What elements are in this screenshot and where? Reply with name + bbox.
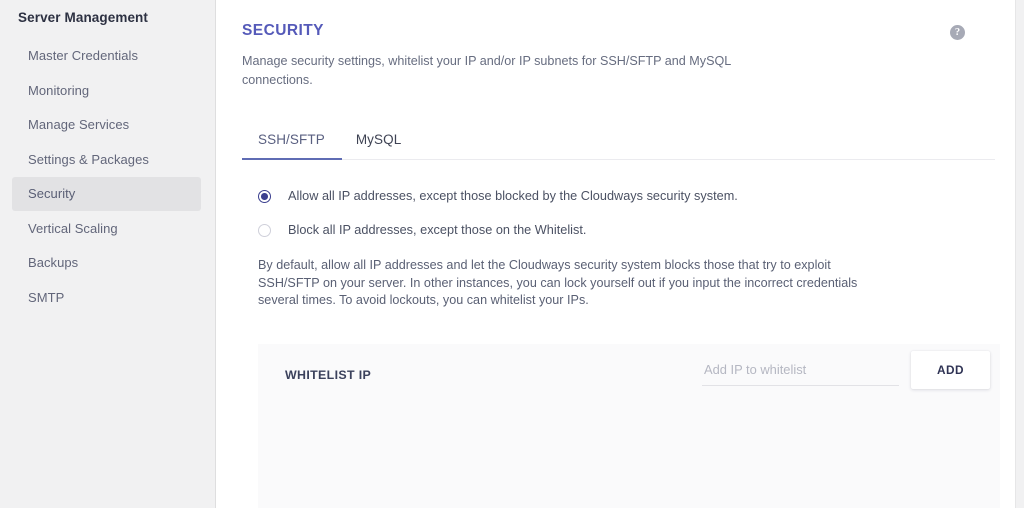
sidebar-item-settings-packages[interactable]: Settings & Packages: [12, 143, 201, 177]
sidebar-item-label: Monitoring: [28, 82, 90, 98]
add-ip-button[interactable]: ADD: [911, 350, 990, 389]
sidebar-item-monitoring[interactable]: Monitoring: [12, 74, 201, 108]
sidebar-item-label: Settings & Packages: [28, 151, 149, 167]
policy-note-text: By default, allow all IP addresses and l…: [258, 258, 858, 307]
sidebar-item-label: SMTP: [28, 289, 65, 305]
sidebar-item-backups[interactable]: Backups: [12, 246, 201, 280]
sidebar-item-smtp[interactable]: SMTP: [12, 281, 201, 315]
page-title: SECURITY: [242, 22, 324, 39]
sidebar-nav-list: Master Credentials Monitoring Manage Ser…: [0, 39, 215, 315]
security-settings-page: Server Management Master Credentials Mon…: [0, 0, 1024, 508]
whitelist-ip-field-wrapper: [702, 361, 899, 386]
sidebar: Server Management Master Credentials Mon…: [0, 0, 216, 508]
radio-button-icon[interactable]: [258, 224, 271, 237]
radio-option-label: Allow all IP addresses, except those blo…: [288, 189, 738, 203]
whitelist-ip-input[interactable]: [702, 361, 899, 386]
radio-option-allow-all[interactable]: Allow all IP addresses, except those blo…: [258, 189, 971, 204]
sidebar-item-security[interactable]: Security: [12, 177, 201, 211]
main-content: SECURITY Manage security settings, white…: [216, 0, 1024, 508]
help-circle-icon[interactable]: ?: [950, 25, 965, 40]
sidebar-item-manage-services[interactable]: Manage Services: [12, 108, 201, 142]
radio-button-icon[interactable]: [258, 190, 271, 203]
tab-bar: SSH/SFTP MySQL: [242, 123, 995, 160]
tab-label: MySQL: [355, 132, 402, 147]
radio-option-label: Block all IP addresses, except those on …: [288, 223, 587, 237]
sidebar-item-label: Security: [28, 186, 76, 201]
sidebar-item-vertical-scaling[interactable]: Vertical Scaling: [12, 212, 201, 246]
sidebar-item-label: Manage Services: [28, 117, 130, 132]
page-description: Manage security settings, whitelist your…: [242, 54, 731, 87]
tab-mysql[interactable]: MySQL: [342, 132, 419, 159]
tab-label: SSH/SFTP: [258, 132, 325, 147]
right-gutter-strip: [1015, 0, 1024, 508]
sidebar-item-label: Vertical Scaling: [28, 220, 118, 236]
sidebar-item-label: Backups: [28, 255, 79, 270]
tab-ssh-sftp[interactable]: SSH/SFTP: [242, 132, 342, 160]
whitelist-ip-card: WHITELIST IP ADD: [258, 343, 1000, 508]
whitelist-ip-row: WHITELIST IP ADD: [258, 344, 1000, 406]
whitelist-ip-label: WHITELIST IP: [285, 367, 372, 382]
page-header: SECURITY Manage security settings, white…: [242, 0, 971, 90]
content-container: SECURITY Manage security settings, white…: [216, 0, 1000, 508]
sidebar-title: Server Management: [18, 10, 149, 25]
sidebar-item-master-credentials[interactable]: Master Credentials: [12, 39, 201, 73]
sidebar-item-label: Master Credentials: [28, 48, 138, 63]
ip-policy-radio-group: Allow all IP addresses, except those blo…: [242, 189, 971, 238]
radio-option-block-all[interactable]: Block all IP addresses, except those on …: [258, 223, 971, 238]
